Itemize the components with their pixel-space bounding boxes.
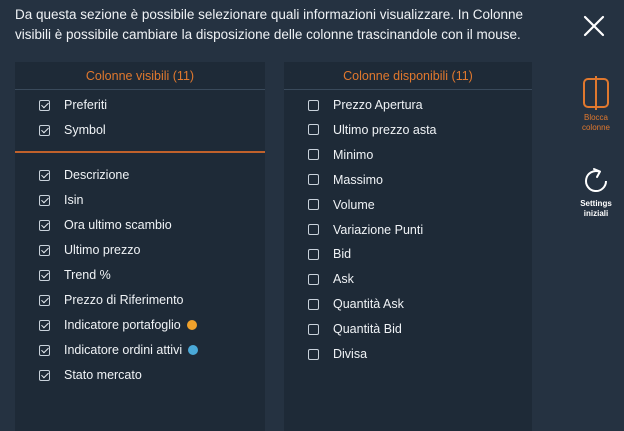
reset-icon — [585, 168, 608, 193]
available-column-item[interactable]: Ultimo prezzo asta — [308, 120, 437, 140]
available-column-item[interactable]: Quantità Ask — [308, 294, 404, 314]
pinned-column-item[interactable]: Symbol — [39, 120, 106, 140]
visible-column-item[interactable]: Stato mercato — [39, 365, 142, 385]
reset-settings-label-2: iniziali — [583, 209, 609, 218]
checkbox-checked[interactable] — [39, 124, 50, 136]
available-columns-title: Colonne disponibili — [343, 69, 449, 83]
checkbox-unchecked[interactable] — [308, 124, 319, 136]
visible-columns-panel: Colonne visibili (11) Preferiti Symbol Des… — [15, 62, 265, 431]
column-label: Descrizione — [64, 168, 130, 182]
column-label: Bid — [333, 247, 352, 262]
close-button[interactable] — [580, 12, 608, 40]
lock-columns-button[interactable]: Blocca colonne — [568, 76, 624, 133]
checkbox-checked[interactable] — [39, 219, 50, 231]
available-column-item[interactable]: Variazione Punti — [308, 220, 423, 240]
lock-columns-icon — [583, 76, 609, 110]
visible-column-item[interactable]: Descrizione — [39, 165, 129, 185]
visible-columns-header: Colonne visibili (11) — [15, 62, 265, 90]
reset-settings-button[interactable]: Settings iniziali — [568, 166, 624, 219]
column-label: Isin — [64, 193, 84, 207]
available-column-item[interactable]: Quantità Bid — [308, 319, 402, 339]
column-label: Stato mercato — [64, 368, 142, 382]
indicator-dot-icon — [186, 320, 197, 330]
column-label: Quantità Bid — [333, 322, 402, 337]
checkbox-checked[interactable] — [39, 194, 50, 206]
visible-columns-count: (11) — [172, 69, 195, 83]
available-column-item[interactable]: Minimo — [308, 145, 373, 165]
available-column-item[interactable]: Bid — [308, 244, 351, 264]
visible-column-item[interactable]: Ultimo prezzo — [39, 240, 140, 260]
available-column-item[interactable]: Volume — [308, 195, 375, 215]
available-column-item[interactable]: Massimo — [308, 170, 383, 190]
visible-columns-title: Colonne visibili — [85, 69, 170, 83]
visible-column-item[interactable]: Indicatore portafoglio — [39, 315, 197, 335]
intro-text: Da questa sezione è possibile selezionar… — [15, 7, 524, 42]
visible-column-item[interactable]: Ora ultimo scambio — [39, 215, 172, 235]
checkbox-checked[interactable] — [39, 269, 50, 281]
column-label: Variazione Punti — [333, 222, 424, 237]
column-label: Volume — [333, 197, 375, 212]
column-label: Divisa — [333, 347, 368, 361]
checkbox-checked[interactable] — [39, 244, 50, 256]
close-icon — [583, 15, 605, 37]
visible-column-item[interactable]: Prezzo di Riferimento — [39, 290, 184, 310]
column-label: Ora ultimo scambio — [64, 218, 172, 232]
column-label: Minimo — [333, 147, 374, 162]
available-column-item[interactable]: Ask — [308, 269, 354, 289]
column-label: Ask — [333, 272, 354, 287]
checkbox-checked[interactable] — [39, 344, 50, 356]
column-label: Prezzo Apertura — [333, 98, 423, 112]
checkbox-unchecked[interactable] — [308, 174, 319, 186]
column-label: Symbol — [64, 123, 106, 137]
checkbox-unchecked[interactable] — [308, 149, 319, 161]
checkbox-unchecked[interactable] — [308, 199, 319, 211]
checkbox-unchecked[interactable] — [308, 348, 319, 360]
reset-settings-label-1: Settings — [580, 199, 612, 208]
column-label: Trend % — [64, 268, 111, 282]
column-label: Quantità Ask — [333, 297, 404, 312]
visible-column-item[interactable]: Indicatore ordini attivi — [39, 340, 199, 360]
column-label: Massimo — [333, 172, 384, 187]
pinned-column-item[interactable]: Preferiti — [39, 95, 107, 115]
column-label: Indicatore portafoglio — [64, 318, 181, 332]
visible-column-item[interactable]: Trend % — [39, 265, 111, 285]
column-label: Ultimo prezzo — [64, 243, 141, 257]
available-column-item[interactable]: Prezzo Apertura — [308, 95, 423, 115]
available-columns-panel: Colonne disponibili (11) Prezzo Apertura… — [284, 62, 532, 431]
column-label: Ultimo prezzo asta — [333, 122, 437, 137]
pinned-separator — [15, 151, 265, 153]
available-columns-count: (11) — [451, 69, 473, 83]
column-label: Indicatore ordini attivi — [64, 343, 183, 357]
indicator-dot-icon — [188, 345, 199, 355]
lock-columns-label-2: colonne — [581, 123, 611, 132]
checkbox-unchecked[interactable] — [308, 99, 319, 111]
column-label: Prezzo di Riferimento — [64, 293, 184, 307]
lock-columns-label-1: Blocca — [583, 113, 608, 122]
visible-column-item[interactable]: Isin — [39, 190, 83, 210]
available-column-item[interactable]: Divisa — [308, 344, 367, 364]
checkbox-unchecked[interactable] — [308, 298, 319, 310]
checkbox-checked[interactable] — [39, 99, 50, 111]
checkbox-checked[interactable] — [39, 294, 50, 306]
checkbox-unchecked[interactable] — [308, 224, 319, 235]
checkbox-checked[interactable] — [39, 369, 50, 381]
checkbox-unchecked[interactable] — [308, 323, 319, 335]
checkbox-checked[interactable] — [39, 319, 50, 331]
checkbox-checked[interactable] — [39, 169, 50, 181]
checkbox-unchecked[interactable] — [308, 273, 319, 285]
available-columns-header: Colonne disponibili (11) — [284, 62, 532, 90]
checkbox-unchecked[interactable] — [308, 248, 319, 260]
column-label: Preferiti — [64, 98, 108, 112]
